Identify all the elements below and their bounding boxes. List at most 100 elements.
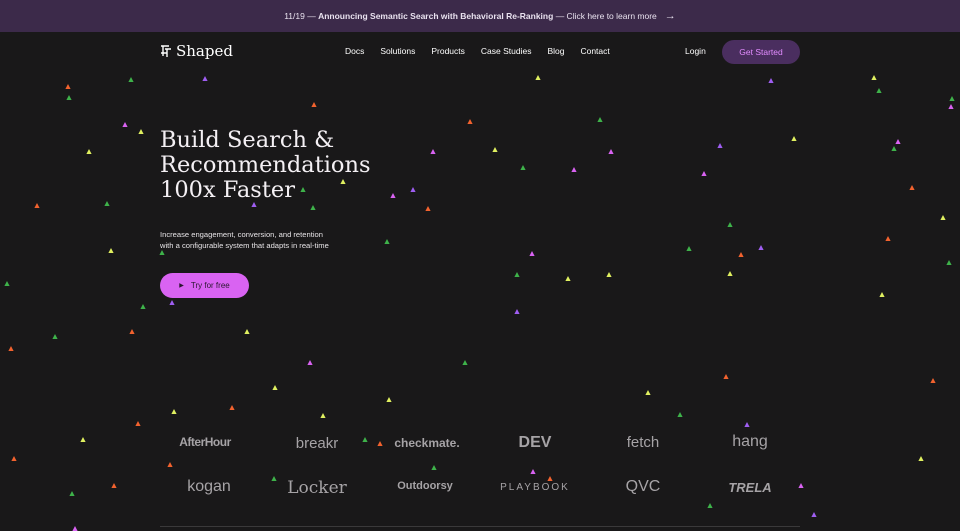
- particle-triangle: [811, 512, 817, 517]
- particle-triangle: [606, 272, 612, 277]
- hero-title-line: Build Search &: [160, 127, 335, 153]
- hero-subtitle-line: Increase engagement, conversion, and ret…: [160, 230, 323, 239]
- hero-title-line: 100x Faster: [160, 177, 295, 203]
- particle-triangle: [202, 76, 208, 81]
- particle-triangle: [949, 96, 955, 101]
- particle-triangle: [879, 292, 885, 297]
- nav-docs[interactable]: Docs: [345, 46, 364, 56]
- particle-triangle: [386, 397, 392, 402]
- particle-triangle: [431, 465, 437, 470]
- particle-triangle: [876, 88, 882, 93]
- particle-triangle: [571, 167, 577, 172]
- particle-triangle: [535, 75, 541, 80]
- nav-links: Docs Solutions Products Case Studies Blo…: [345, 46, 626, 56]
- logo-breakr: breakr: [295, 435, 339, 452]
- particle-triangle: [514, 309, 520, 314]
- nav-solutions[interactable]: Solutions: [380, 46, 415, 56]
- particle-triangle: [135, 421, 141, 426]
- particle-triangle: [111, 483, 117, 488]
- brand-logo[interactable]: Shaped: [160, 42, 233, 60]
- logo-qvc: QVC: [625, 478, 661, 495]
- particle-triangle: [108, 248, 114, 253]
- announcement-bar[interactable]: 11/19 — Announcing Semantic Search with …: [0, 0, 960, 32]
- particle-triangle: [948, 104, 954, 109]
- logo-hang: hang: [732, 433, 768, 450]
- particle-triangle: [885, 236, 891, 241]
- particle-triangle: [311, 102, 317, 107]
- particle-triangle: [895, 139, 901, 144]
- brand-name: Shaped: [176, 42, 233, 60]
- particle-triangle: [738, 252, 744, 257]
- particle-triangle: [758, 245, 764, 250]
- particle-triangle: [645, 390, 651, 395]
- particle-triangle: [547, 476, 553, 481]
- particle-triangle: [229, 405, 235, 410]
- particle-triangle: [72, 526, 78, 531]
- particle-triangle: [707, 503, 713, 508]
- particle-triangle: [129, 329, 135, 334]
- particle-triangle: [514, 272, 520, 277]
- announcement-headline: Announcing Semantic Search with Behavior…: [318, 11, 554, 21]
- login-link[interactable]: Login: [685, 46, 706, 56]
- particle-triangle: [171, 409, 177, 414]
- hero-subtitle: Increase engagement, conversion, and ret…: [160, 229, 380, 251]
- divider: [160, 526, 800, 527]
- nav-contact[interactable]: Contact: [580, 46, 609, 56]
- particle-triangle: [520, 165, 526, 170]
- particle-triangle: [167, 462, 173, 467]
- particle-triangle: [891, 146, 897, 151]
- logo-dev: DEV: [518, 434, 552, 451]
- announcement-tail: — Click here to learn more: [555, 11, 657, 21]
- particle-triangle: [530, 469, 536, 474]
- particle-triangle: [727, 271, 733, 276]
- particle-triangle: [597, 117, 603, 122]
- particle-triangle: [140, 304, 146, 309]
- particle-triangle: [940, 215, 946, 220]
- particle-triangle: [768, 78, 774, 83]
- particle-triangle: [122, 122, 128, 127]
- logo-fetch: fetch: [626, 434, 660, 451]
- top-nav: Shaped Docs Solutions Products Case Stud…: [0, 32, 960, 72]
- try-for-free-button[interactable]: ▶ Try for free: [160, 273, 249, 298]
- logo-playbook: PLAYBOOK: [500, 482, 570, 493]
- nav-blog[interactable]: Blog: [547, 46, 564, 56]
- particle-triangle: [467, 119, 473, 124]
- particle-triangle: [272, 385, 278, 390]
- logo-outdoorsy: Outdoorsy: [397, 480, 453, 492]
- particle-triangle: [66, 95, 72, 100]
- hero-title: Build Search & Recommendations 100x Fast…: [160, 128, 420, 203]
- particle-triangle: [791, 136, 797, 141]
- particle-triangle: [138, 129, 144, 134]
- logo-trela: TRELA: [728, 480, 772, 495]
- particle-triangle: [717, 143, 723, 148]
- particle-triangle: [727, 222, 733, 227]
- hero-title-line: Recommendations: [160, 152, 371, 178]
- play-icon: ▶: [179, 283, 184, 289]
- particle-triangle: [701, 171, 707, 176]
- particle-triangle: [104, 201, 110, 206]
- particle-triangle: [169, 300, 175, 305]
- particle-field: [4, 75, 955, 531]
- particle-triangle: [8, 346, 14, 351]
- nav-case-studies[interactable]: Case Studies: [481, 46, 532, 56]
- particle-triangle: [80, 437, 86, 442]
- particle-triangle: [52, 334, 58, 339]
- logo-checkmate: checkmate.: [394, 436, 460, 450]
- particle-triangle: [608, 149, 614, 154]
- particle-triangle: [128, 77, 134, 82]
- particle-triangle: [686, 246, 692, 251]
- particle-triangle: [565, 276, 571, 281]
- particle-triangle: [65, 84, 71, 89]
- particle-triangle: [4, 281, 10, 286]
- nav-products[interactable]: Products: [431, 46, 465, 56]
- particle-triangle: [244, 329, 250, 334]
- particle-triangle: [310, 205, 316, 210]
- get-started-button[interactable]: Get Started: [722, 40, 800, 64]
- particle-triangle: [86, 149, 92, 154]
- particle-triangle: [11, 456, 17, 461]
- particle-triangle: [529, 251, 535, 256]
- particle-triangle: [384, 239, 390, 244]
- particle-triangle: [677, 412, 683, 417]
- particle-triangle: [930, 378, 936, 383]
- particle-triangle: [909, 185, 915, 190]
